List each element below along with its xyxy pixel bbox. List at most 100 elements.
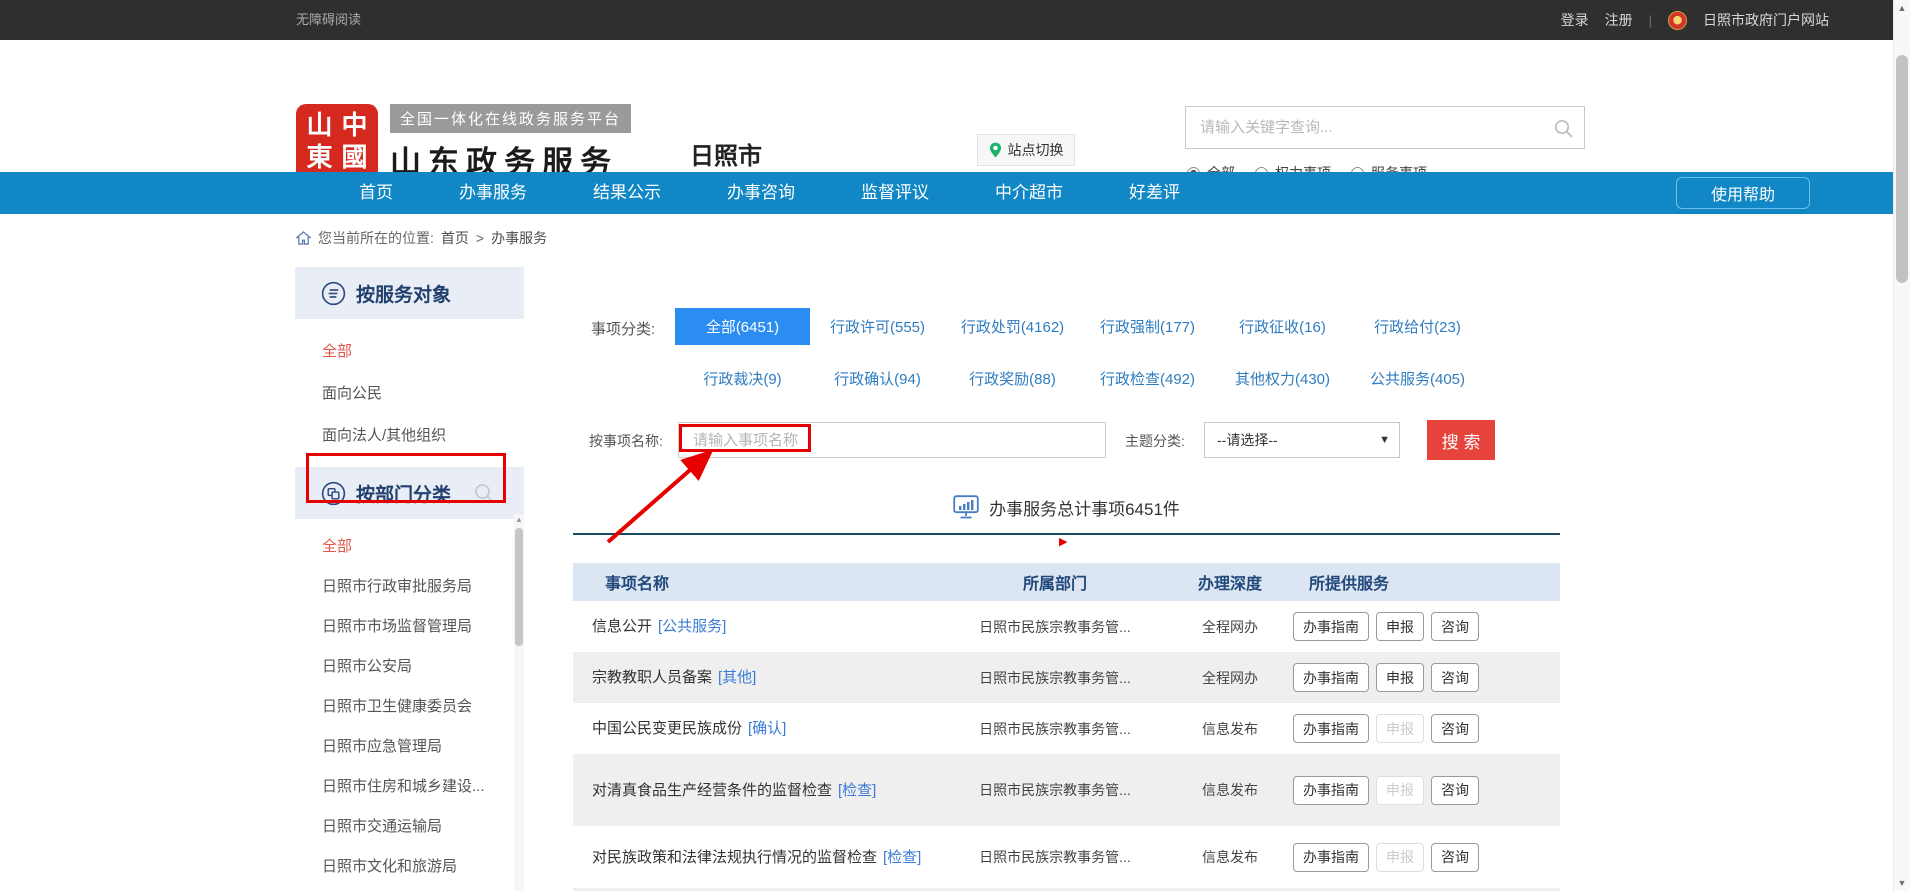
dept-item[interactable]: 日照市自然资源和规划...	[295, 887, 524, 891]
breadcrumb-home[interactable]: 首页	[441, 228, 469, 248]
register-link[interactable]: 注册	[1605, 10, 1633, 30]
service-target-title: 按服务对象	[356, 280, 451, 307]
seal-char: 國	[337, 142, 372, 174]
apply-button[interactable]: 申报	[1376, 843, 1424, 872]
cell-depth: 信息发布	[1175, 719, 1285, 739]
breadcrumb-separator: >	[476, 230, 484, 246]
page-scrollbar[interactable]: ▲ ▼	[1893, 0, 1910, 891]
nav-item-results[interactable]: 结果公示	[560, 172, 694, 214]
dept-list-scrollbar[interactable]: ▲	[514, 514, 524, 891]
tab-xingzheng-qiangzhi[interactable]: 行政强制(177)	[1080, 308, 1215, 345]
item-name-label: 按事项名称:	[589, 431, 663, 451]
apply-button[interactable]: 申报	[1376, 776, 1424, 805]
nav-item-consult[interactable]: 办事咨询	[694, 172, 828, 214]
scroll-up-arrow-icon[interactable]: ▲	[514, 514, 524, 526]
scrollbar-up-arrow-icon[interactable]: ▲	[1894, 3, 1910, 13]
dept-item[interactable]: 日照市行政审批服务局	[295, 567, 524, 607]
dept-item[interactable]: 日照市住房和城乡建设...	[295, 767, 524, 807]
portal-link[interactable]: 日照市政府门户网站	[1703, 10, 1829, 30]
tab-gonggong-fuwu[interactable]: 公共服务(405)	[1350, 364, 1485, 392]
item-tag-link[interactable]: [确认]	[748, 720, 786, 737]
service-target-all[interactable]: 全部	[295, 331, 524, 373]
item-name[interactable]: 宗教教职人员备案	[592, 669, 712, 686]
guide-button[interactable]: 办事指南	[1293, 612, 1369, 641]
apply-button[interactable]: 申报	[1376, 663, 1424, 692]
seal-char: 山	[302, 110, 337, 142]
tab-xingzheng-caijue[interactable]: 行政裁决(9)	[675, 364, 810, 392]
apply-button[interactable]: 申报	[1376, 714, 1424, 743]
tab-qita-quanli[interactable]: 其他权力(430)	[1215, 364, 1350, 392]
dept-item[interactable]: 日照市文化和旅游局	[295, 847, 524, 887]
item-name[interactable]: 中国公民变更民族成份	[592, 720, 742, 737]
service-target-citizen[interactable]: 面向公民	[295, 373, 524, 415]
item-name[interactable]: 对民族政策和法律法规执行情况的监督检查	[592, 849, 877, 866]
guide-button[interactable]: 办事指南	[1293, 663, 1369, 692]
tab-all[interactable]: 全部(6451)	[675, 308, 810, 345]
nav-item-home[interactable]: 首页	[326, 172, 426, 214]
shandong-seal-logo: 山 中 東 國	[296, 104, 378, 180]
breadcrumb-current[interactable]: 办事服务	[491, 228, 547, 248]
nav-item-intermediary[interactable]: 中介超市	[962, 172, 1096, 214]
item-tag-link[interactable]: [其他]	[718, 669, 756, 686]
accessibility-link[interactable]: 无障碍阅读	[296, 0, 361, 40]
dept-item[interactable]: 日照市应急管理局	[295, 727, 524, 767]
guide-button[interactable]: 办事指南	[1293, 843, 1369, 872]
item-tag-link[interactable]: [检查]	[838, 782, 876, 799]
dept-item[interactable]: 日照市公安局	[295, 647, 524, 687]
seal-char: 東	[302, 142, 337, 174]
platform-badge: 全国一体化在线政务服务平台	[390, 104, 631, 133]
topic-select[interactable]: --请选择-- ▼	[1204, 422, 1400, 458]
tab-xingzheng-xuke[interactable]: 行政许可(555)	[810, 308, 945, 345]
table-body: 信息公开[公共服务] 日照市民族宗教事务管... 全程网办 办事指南 申报 咨询…	[573, 601, 1560, 891]
service-target-section-header[interactable]: 按服务对象	[295, 267, 524, 319]
scrollbar-down-arrow-icon[interactable]: ▼	[1894, 878, 1910, 888]
cell-department: 日照市民族宗教事务管...	[935, 780, 1175, 800]
dept-item[interactable]: 日照市交通运输局	[295, 807, 524, 847]
site-switch-button[interactable]: 站点切换	[977, 134, 1075, 166]
apply-button[interactable]: 申报	[1376, 612, 1424, 641]
cell-item-name: 对民族政策和法律法规执行情况的监督检查 [检查]	[573, 844, 935, 871]
guide-button[interactable]: 办事指南	[1293, 714, 1369, 743]
dept-item[interactable]: 日照市卫生健康委员会	[295, 687, 524, 727]
consult-button[interactable]: 咨询	[1431, 776, 1479, 805]
tab-xingzheng-jifu[interactable]: 行政给付(23)	[1350, 308, 1485, 345]
item-tag-link[interactable]: [公共服务]	[658, 618, 726, 635]
seal-char: 中	[337, 110, 372, 142]
page-scrollbar-thumb[interactable]	[1896, 55, 1908, 283]
item-name-input[interactable]	[678, 422, 1106, 458]
item-tag-link[interactable]: [检查]	[883, 849, 921, 866]
nav-item-supervision[interactable]: 监督评议	[828, 172, 962, 214]
chart-monitor-icon	[953, 495, 979, 520]
table-header: 事项名称 所属部门 办理深度 所提供服务	[573, 563, 1560, 601]
dept-search-icon[interactable]	[473, 482, 495, 504]
tab-xingzheng-jiangli[interactable]: 行政奖励(88)	[945, 364, 1080, 392]
service-target-legal-person[interactable]: 面向法人/其他组织	[295, 415, 524, 457]
consult-button[interactable]: 咨询	[1431, 843, 1479, 872]
dept-item[interactable]: 日照市市场监督管理局	[295, 607, 524, 647]
item-name[interactable]: 信息公开	[592, 618, 652, 635]
tab-xingzheng-jiancha[interactable]: 行政检查(492)	[1080, 364, 1215, 392]
login-link[interactable]: 登录	[1561, 10, 1589, 30]
consult-button[interactable]: 咨询	[1431, 612, 1479, 641]
dept-item-all[interactable]: 全部	[295, 527, 524, 567]
guide-button[interactable]: 办事指南	[1293, 776, 1369, 805]
search-button[interactable]: 搜 索	[1427, 420, 1495, 460]
item-name-text: 宗教教职人员备案 [其他]	[592, 669, 756, 686]
dept-section-header[interactable]: 按部门分类	[295, 467, 524, 519]
tab-xingzheng-queren[interactable]: 行政确认(94)	[810, 364, 945, 392]
consult-button[interactable]: 咨询	[1431, 663, 1479, 692]
search-icon[interactable]	[1553, 118, 1574, 139]
nav-item-rating[interactable]: 好差评	[1096, 172, 1213, 214]
tab-xingzheng-zhengshou[interactable]: 行政征收(16)	[1215, 308, 1350, 345]
consult-button[interactable]: 咨询	[1431, 714, 1479, 743]
dept-scrollbar-thumb[interactable]	[515, 528, 523, 646]
nav-item-services[interactable]: 办事服务	[426, 172, 560, 214]
site-switch-label: 站点切换	[1008, 140, 1064, 160]
item-name[interactable]: 对清真食品生产经营条件的监督检查	[592, 782, 832, 799]
help-button[interactable]: 使用帮助	[1676, 177, 1810, 209]
tab-xingzheng-chufa[interactable]: 行政处罚(4162)	[945, 308, 1080, 345]
topbar-right: 登录 注册 | 日照市政府门户网站	[1561, 0, 1829, 40]
stats-row: 办事服务总计事项6451件	[573, 495, 1560, 520]
keyword-search-input[interactable]	[1186, 107, 1538, 148]
total-items-text: 办事服务总计事项6451件	[989, 495, 1180, 520]
